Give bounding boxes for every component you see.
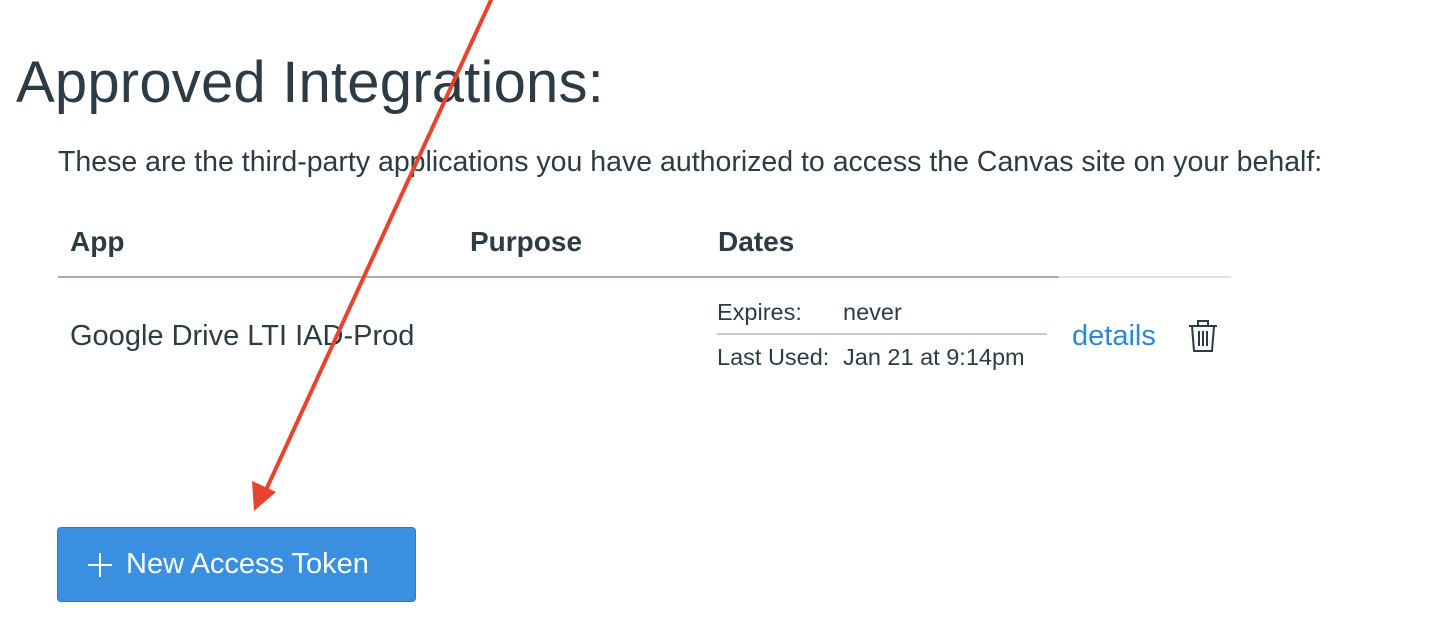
dates-divider — [717, 333, 1047, 335]
expires-label: Expires: — [717, 299, 802, 325]
new-access-token-button[interactable]: New Access Token — [57, 527, 416, 602]
plus-icon — [88, 552, 112, 577]
header-divider — [58, 276, 1059, 278]
details-link[interactable]: details — [1072, 316, 1156, 356]
last-used-value: Jan 21 at 9:14pm — [843, 344, 1025, 370]
column-header-purpose: Purpose — [470, 226, 583, 257]
app-name: Google Drive LTI IAD-Prod — [70, 320, 415, 352]
header-divider-extension — [1059, 276, 1231, 278]
expires-row: Expires: never — [717, 294, 1047, 330]
integrations-table: App Purpose Dates Google Drive LTI IAD-P… — [58, 220, 1231, 400]
expires-value: never — [843, 299, 902, 325]
last-used-label: Last Used: — [717, 344, 830, 370]
page-title: Approved Integrations: — [16, 50, 604, 115]
last-used-row: Last Used: Jan 21 at 9:14pm — [717, 339, 1047, 375]
delete-token-button[interactable] — [1186, 318, 1220, 354]
column-header-app: App — [70, 226, 125, 257]
page-description: These are the third-party applications y… — [58, 146, 1323, 178]
new-access-token-label: New Access Token — [126, 548, 369, 580]
trash-icon — [1189, 320, 1217, 352]
column-header-dates: Dates — [718, 226, 795, 257]
dates-cell: Expires: never Last Used: Jan 21 at 9:14… — [717, 294, 1047, 375]
